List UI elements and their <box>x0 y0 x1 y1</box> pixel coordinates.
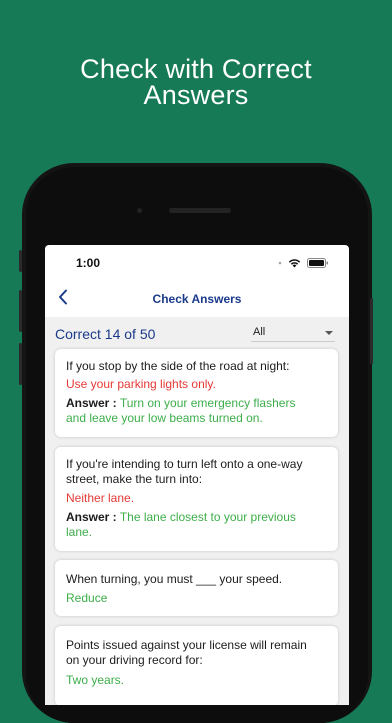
results-list[interactable]: Correct 14 of 50 All If you stop by the … <box>45 317 349 705</box>
status-bar: 1:00 <box>45 245 349 279</box>
filter-value: All <box>253 326 266 338</box>
user-answer: Two years. <box>66 673 125 687</box>
user-answer: Use your parking lights only. <box>66 377 216 391</box>
caret-down-icon <box>325 331 333 335</box>
correct-count: Correct 14 of 50 <box>55 326 156 342</box>
headline-line-1: Check with Correct <box>80 54 312 84</box>
status-time: 1:00 <box>76 256 101 270</box>
answer-label: Answer : <box>66 510 117 524</box>
app-screen: 1:00 Check Answers Correct 14 of 50 All … <box>45 245 349 705</box>
battery-icon <box>307 258 328 268</box>
question-card: When turning, you must ___ your speed. R… <box>55 560 338 616</box>
earpiece-speaker <box>169 208 231 213</box>
front-camera <box>137 208 142 213</box>
headline-line-2: Answers <box>143 80 249 110</box>
answer-label: Answer : <box>66 396 117 410</box>
question-text: When turning, you must ___ your speed. <box>66 572 283 586</box>
volume-down-button <box>19 343 22 385</box>
correct-answer-text: The lane closest to your previous <box>119 510 296 524</box>
correct-answer: Answer : Turn on your emergency flashers <box>66 396 330 411</box>
page-title: Check Answers <box>152 292 242 306</box>
correct-answer-text-cont: lane. <box>66 525 93 539</box>
question-card: If you're intending to turn left onto a … <box>55 447 338 551</box>
question-text-cont: on your driving record for: <box>66 653 203 667</box>
status-icons <box>278 258 329 268</box>
results-summary-bar: Correct 14 of 50 All <box>45 317 349 345</box>
nav-bar: Check Answers <box>45 279 349 317</box>
question-text-cont: street, make the turn into: <box>66 472 203 486</box>
correct-answer-text-cont: and leave your low beams turned on. <box>66 411 263 425</box>
user-answer: Neither lane. <box>66 491 135 505</box>
question-card: Points issued against your license will … <box>55 626 338 705</box>
question-text: Points issued against your license will … <box>66 638 307 652</box>
user-answer: Reduce <box>66 591 108 605</box>
headline: Check with Correct Answers <box>0 54 392 110</box>
filter-dropdown[interactable]: All <box>251 325 335 342</box>
correct-answer-text: Turn on your emergency flashers <box>119 396 296 410</box>
question-card: If you stop by the side of the road at n… <box>55 349 338 437</box>
mute-switch <box>19 250 22 272</box>
question-text: If you're intending to turn left onto a … <box>66 457 303 471</box>
signal-dots-icon <box>278 261 282 265</box>
correct-answer: Answer : The lane closest to your previo… <box>66 510 330 525</box>
wifi-icon <box>288 259 301 268</box>
power-button <box>370 298 373 364</box>
volume-up-button <box>19 290 22 332</box>
question-text: If you stop by the side of the road at n… <box>66 359 290 373</box>
